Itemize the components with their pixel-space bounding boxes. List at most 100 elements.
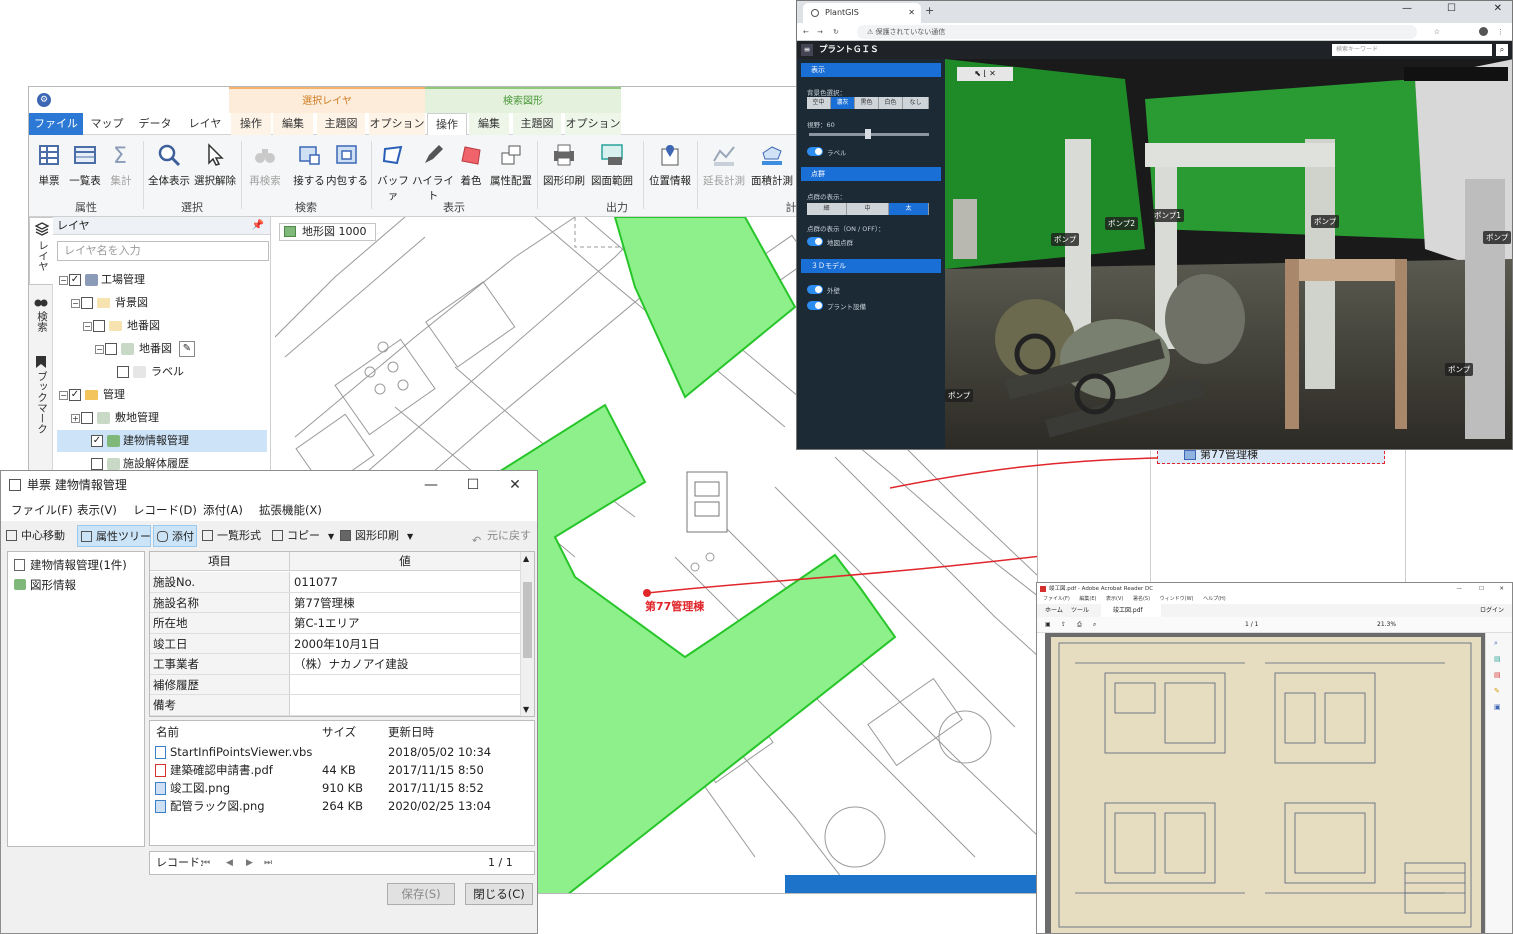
- touch-button[interactable]: 接する: [289, 143, 329, 188]
- menu-file[interactable]: ファイル(F): [11, 499, 73, 521]
- menu-edit[interactable]: 編集(E): [1079, 596, 1096, 602]
- tab-search-operation[interactable]: 操作: [427, 113, 467, 135]
- table-row[interactable]: 備考: [150, 695, 520, 716]
- checkbox[interactable]: [81, 297, 93, 309]
- section-display[interactable]: 表示: [801, 63, 941, 77]
- point-cloud-toggle[interactable]: [807, 237, 823, 246]
- collapse-icon[interactable]: −: [71, 299, 80, 308]
- area-measure-button[interactable]: 面積計測: [749, 143, 795, 188]
- table-row[interactable]: 竣工日 2000年10月1日: [150, 633, 520, 654]
- point-option-thin[interactable]: 細: [807, 203, 847, 215]
- close-button[interactable]: 閉じる(C): [465, 883, 533, 905]
- list-item[interactable]: 配管ラック図.png 264 KB 2020/02/25 13:04: [150, 797, 534, 815]
- coloring-button[interactable]: 着色: [451, 143, 491, 188]
- first-record-icon[interactable]: ⏮: [202, 852, 210, 874]
- print-icon[interactable]: ⎙: [1077, 617, 1082, 633]
- list-item[interactable]: 竣工図.png 910 KB 2017/11/15 8:52: [150, 779, 534, 797]
- menu-sign[interactable]: 署名(S): [1133, 596, 1150, 602]
- wall-toggle[interactable]: [807, 285, 823, 294]
- contain-button[interactable]: 内包する: [325, 143, 369, 188]
- list-item[interactable]: 建築確認申請書.pdf 44 KB 2017/11/15 8:50: [150, 761, 534, 779]
- length-measure-button[interactable]: 延長計測: [701, 143, 747, 188]
- file-header-date[interactable]: 更新日時: [388, 723, 434, 741]
- checkbox[interactable]: [81, 412, 93, 424]
- url-field[interactable]: ⚠ 保護されていない通信: [857, 25, 1417, 39]
- checkbox[interactable]: [105, 343, 117, 355]
- shape-print-button[interactable]: 図形印刷 ▼: [337, 525, 413, 547]
- table-row[interactable]: 施設No. 011077: [150, 572, 520, 593]
- label-toggle[interactable]: [807, 147, 823, 156]
- tool-icon[interactable]: ▤: [1494, 671, 1501, 679]
- dropdown-arrow-icon[interactable]: ▼: [328, 532, 334, 541]
- section-3d-model[interactable]: ３Ｄモデル: [801, 259, 941, 273]
- menu-window[interactable]: ウィンドウ(W): [1160, 596, 1194, 602]
- pump-label[interactable]: ポンプ: [1311, 215, 1340, 228]
- upload-icon[interactable]: ⇪: [1061, 617, 1066, 633]
- pdf-document-area[interactable]: [1045, 633, 1487, 933]
- list-format-button[interactable]: 一覧形式: [199, 525, 261, 547]
- row-value[interactable]: 011077: [294, 572, 338, 592]
- layer-search-input[interactable]: レイヤ名を入力: [57, 241, 269, 261]
- clear-selection-button[interactable]: 選択解除: [193, 143, 237, 188]
- tab-document[interactable]: 竣工図.pdf: [1101, 604, 1161, 617]
- point-option-thick[interactable]: 太: [889, 203, 929, 215]
- tree-item-building-records[interactable]: 建物情報管理(1件): [12, 556, 127, 574]
- pin-icon[interactable]: 📌: [252, 217, 264, 235]
- side-tab-search[interactable]: 検索: [29, 291, 53, 347]
- table-row[interactable]: 施設名称 第77管理棟: [150, 592, 520, 613]
- table-row[interactable]: 工事業者 （株）ナカノアイ建設: [150, 654, 520, 675]
- menu-help[interactable]: ヘルプ(H): [1203, 596, 1226, 602]
- row-value[interactable]: 第77管理棟: [294, 593, 355, 613]
- tree-item-shape-info[interactable]: 図形情報: [12, 576, 76, 594]
- minimize-button[interactable]: —: [1457, 583, 1463, 595]
- tab-layer[interactable]: レイヤ: [185, 113, 225, 135]
- checkbox[interactable]: [93, 320, 105, 332]
- save-button[interactable]: 保存(S): [387, 883, 455, 905]
- drawing-range-button[interactable]: 図面範囲: [589, 143, 635, 188]
- search-icon[interactable]: ⌕: [1496, 44, 1508, 56]
- checkbox[interactable]: [91, 458, 103, 470]
- tree-item-site[interactable]: + 敷地管理: [57, 407, 267, 429]
- tools-icon[interactable]: ✎: [179, 341, 195, 357]
- save-icon[interactable]: ▣: [1045, 617, 1051, 633]
- table-row[interactable]: 所在地 第C-1エリア: [150, 613, 520, 634]
- view-cube-icons[interactable]: [1404, 67, 1508, 81]
- attach-button[interactable]: 添付: [153, 525, 197, 547]
- collapse-icon[interactable]: −: [83, 322, 92, 331]
- scroll-down-icon[interactable]: ▼: [523, 705, 529, 714]
- profile-icon[interactable]: [1479, 27, 1488, 36]
- point-option-medium[interactable]: 中: [847, 203, 889, 215]
- tab-home[interactable]: ホーム: [1045, 604, 1063, 617]
- pump-label[interactable]: ポンプ1: [1151, 209, 1185, 222]
- bg-option-sky[interactable]: 空中: [807, 97, 831, 109]
- tab-search-option[interactable]: オプション: [565, 113, 621, 135]
- menu-attach[interactable]: 添付(A): [203, 499, 243, 521]
- tree-item-factory[interactable]: − ✓ 工場管理: [57, 269, 267, 291]
- buffer-button[interactable]: バッファ: [373, 143, 413, 203]
- login-button[interactable]: ログイン: [1480, 604, 1504, 617]
- minimize-button[interactable]: —: [1402, 3, 1412, 14]
- tool-icon[interactable]: ⌕: [1494, 639, 1498, 648]
- list-button[interactable]: 一覧表: [65, 143, 105, 188]
- tab-layer-operation[interactable]: 操作: [231, 113, 271, 135]
- list-item[interactable]: StartInfiPointsViewer.vbs 2018/05/02 10:…: [150, 743, 534, 761]
- copy-button[interactable]: コピー ▼: [269, 525, 334, 547]
- hamburger-icon[interactable]: ≡: [801, 44, 813, 56]
- prev-record-icon[interactable]: ◀: [226, 852, 233, 874]
- scroll-up-icon[interactable]: ▲: [523, 554, 529, 563]
- minimize-button[interactable]: —: [411, 471, 451, 499]
- tree-item-lot-layer[interactable]: − 地番図 ✎: [57, 338, 267, 360]
- zoom-search-icon[interactable]: ⌕: [1093, 617, 1096, 633]
- menu-view[interactable]: 表示(V): [77, 499, 117, 521]
- tab-layer-thematic[interactable]: 主題図: [317, 113, 365, 135]
- last-record-icon[interactable]: ⏭: [264, 852, 272, 874]
- research-button[interactable]: 再検索: [245, 143, 285, 188]
- highlight-button[interactable]: ハイライト: [411, 143, 455, 203]
- scroll-thumb[interactable]: [523, 582, 532, 658]
- aggregate-button[interactable]: Σ 集計: [101, 143, 141, 188]
- plant-equipment-toggle[interactable]: [807, 301, 823, 310]
- side-tab-layer[interactable]: レイヤ: [29, 217, 53, 285]
- tab-search-thematic[interactable]: 主題図: [513, 113, 561, 135]
- reload-icon[interactable]: ↻: [833, 23, 839, 41]
- maximize-button[interactable]: ☐: [453, 471, 493, 499]
